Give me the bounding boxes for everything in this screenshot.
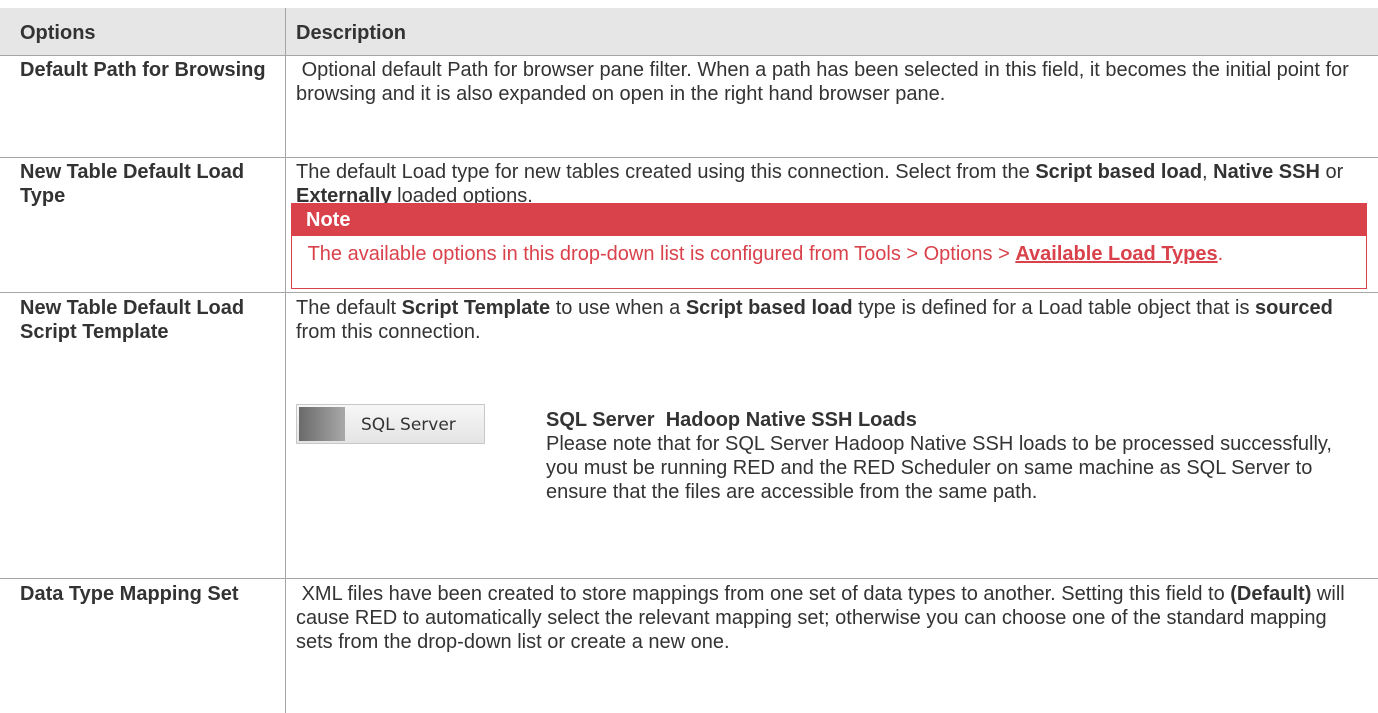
available-load-types-link[interactable]: Available Load Types xyxy=(1015,243,1217,265)
option-load-script-template: New Table Default Load Script Template xyxy=(20,297,245,343)
sql-server-note: Please note that for SQL Server Hadoop N… xyxy=(546,433,1332,503)
column-divider xyxy=(285,8,286,713)
options-column-header: Options xyxy=(20,22,96,44)
option-data-type-mapping-set: Data Type Mapping Set xyxy=(20,583,239,605)
option-load-type: New Table Default Load Type xyxy=(20,161,245,207)
note-title: Note xyxy=(292,204,1366,236)
sql-server-label: SQL Server xyxy=(361,415,456,435)
description-default-path: Optional default Path for browser pane f… xyxy=(296,59,1355,105)
options-table: Options Description Default Path for Bro… xyxy=(0,0,1378,713)
note-text: The available options in this drop-down … xyxy=(302,243,1224,265)
row-divider xyxy=(0,578,1378,579)
description-column-header: Description xyxy=(296,22,407,44)
row-divider xyxy=(0,55,1378,56)
row-divider xyxy=(0,157,1378,158)
sql-server-image: SQL Server xyxy=(296,404,485,444)
note-box: Note The available options in this drop-… xyxy=(291,203,1367,289)
sql-server-swatch xyxy=(299,407,345,441)
description-load-type: The default Load type for new tables cre… xyxy=(296,161,1344,207)
sql-server-heading: SQL Server Hadoop Native SSH Loads xyxy=(546,409,917,431)
option-default-path: Default Path for Browsing xyxy=(20,59,266,81)
description-data-type-mapping-set: XML files have been created to store map… xyxy=(296,583,1351,653)
description-load-script-template: The default Script Template to use when … xyxy=(296,297,1333,343)
row-divider xyxy=(0,292,1378,293)
